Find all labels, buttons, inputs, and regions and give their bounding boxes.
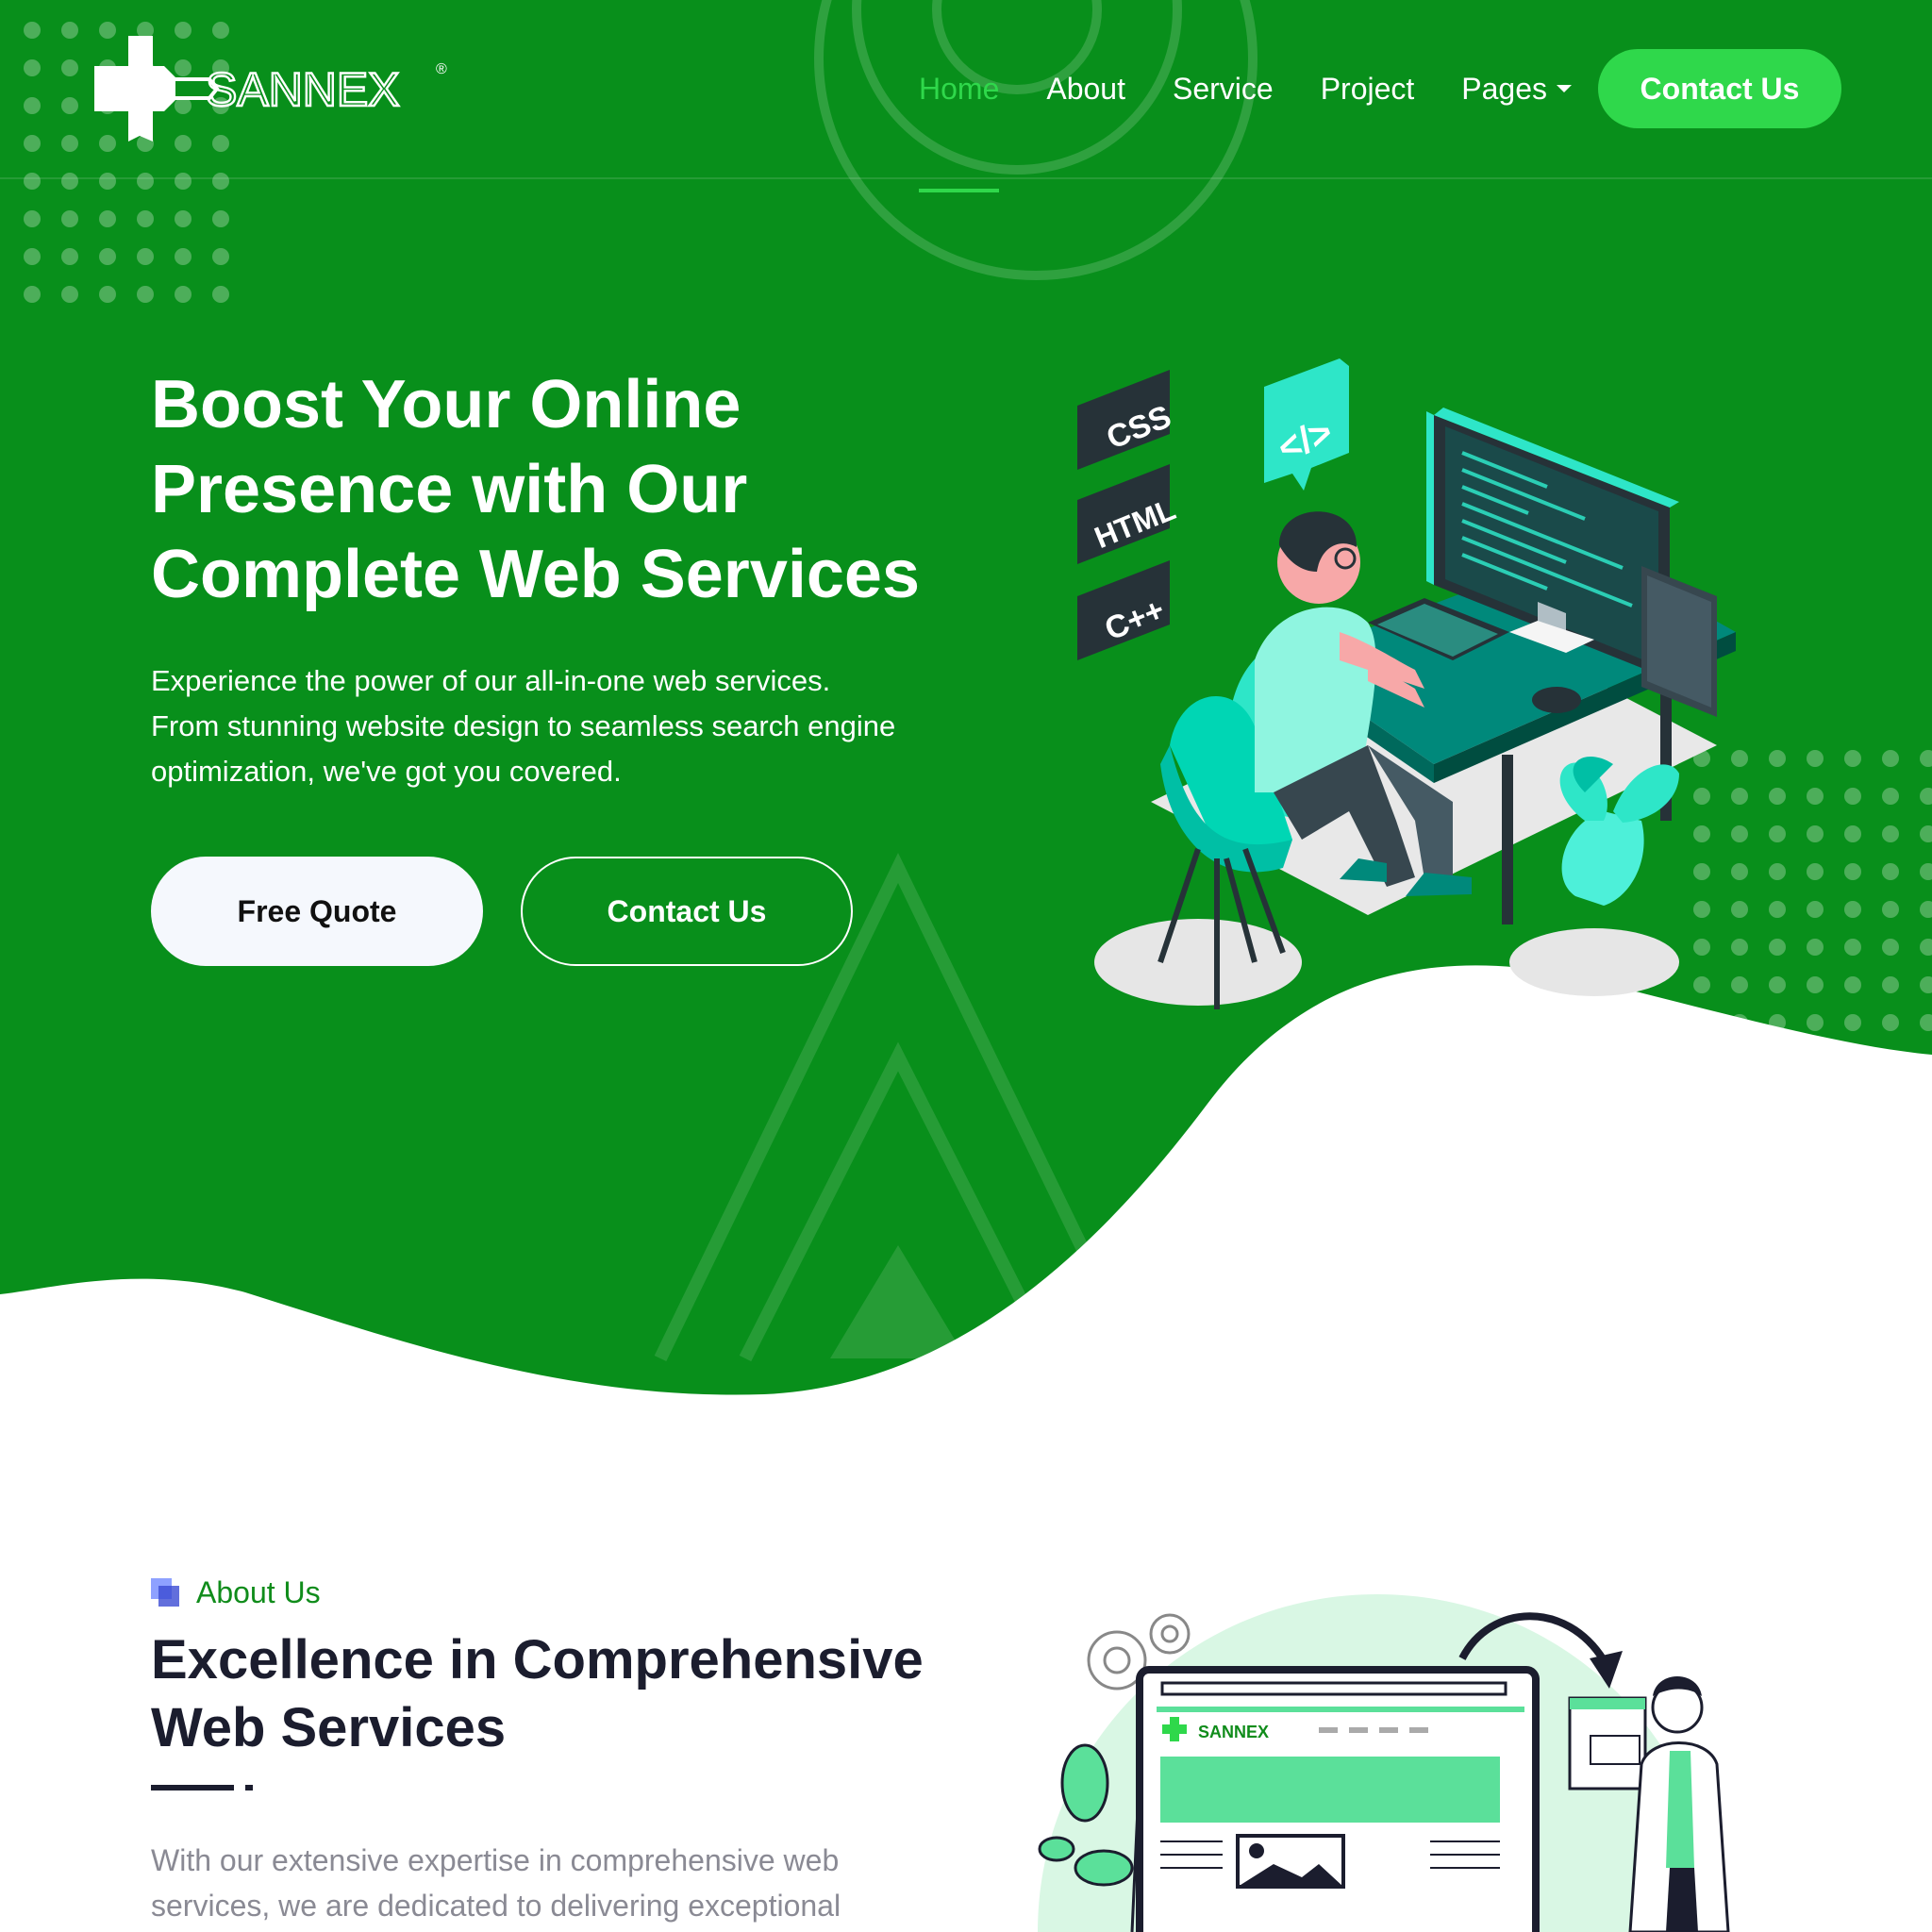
squares-icon bbox=[151, 1578, 179, 1607]
nav-about[interactable]: About bbox=[1046, 72, 1125, 107]
cpp-badge: C++ bbox=[1077, 560, 1170, 660]
about-title-line-2: Web Services bbox=[151, 1697, 507, 1758]
nav-home-label: Home bbox=[919, 71, 1000, 106]
nav-home[interactable]: Home bbox=[919, 71, 1000, 192]
hero-description-line-2: From stunning website design to seamless… bbox=[151, 709, 896, 742]
hero-title: Boost Your Online Presence with Our Comp… bbox=[151, 362, 962, 617]
hero-description-line-3: optimization, we've got you covered. bbox=[151, 755, 622, 788]
nav-pages-label: Pages bbox=[1461, 71, 1548, 106]
nav-active-underline bbox=[919, 188, 1000, 192]
developer-illustration: CSS HTML C++ </> bbox=[1077, 358, 1736, 1009]
web-design-illustration: SANNEX bbox=[1038, 1594, 1730, 1932]
caret-down-icon bbox=[1557, 85, 1573, 92]
about-title: Excellence in Comprehensive Web Services bbox=[151, 1626, 1000, 1762]
about-description-line-2: services, we are dedicated to delivering… bbox=[151, 1889, 841, 1923]
nav-about-label: About bbox=[1046, 71, 1125, 106]
html-badge: HTML bbox=[1077, 464, 1180, 564]
free-quote-button[interactable]: Free Quote bbox=[151, 857, 483, 966]
hero-title-line-3: Complete Web Services bbox=[151, 537, 920, 612]
nav-service[interactable]: Service bbox=[1173, 72, 1274, 107]
hero-title-line-2: Presence with Our bbox=[151, 452, 748, 527]
svg-text:®: ® bbox=[436, 61, 447, 77]
about-title-line-1: Excellence in Comprehensive bbox=[151, 1629, 924, 1690]
nav-project[interactable]: Project bbox=[1321, 72, 1415, 107]
sannex-logo[interactable]: SANNEX ® bbox=[91, 32, 458, 145]
hero-title-line-1: Boost Your Online bbox=[151, 367, 741, 442]
nav-contact-button[interactable]: Contact Us bbox=[1598, 49, 1841, 128]
about-eyebrow-label: About Us bbox=[196, 1574, 321, 1609]
hero-description: Experience the power of our all-in-one w… bbox=[151, 658, 943, 794]
about-description: With our extensive expertise in comprehe… bbox=[151, 1838, 906, 1928]
about-description-line-1: With our extensive expertise in comprehe… bbox=[151, 1843, 840, 1877]
illustration-brand-label: SANNEX bbox=[1198, 1723, 1269, 1741]
svg-text:SANNEX: SANNEX bbox=[206, 63, 400, 116]
about-eyebrow: About Us bbox=[151, 1572, 321, 1613]
nav-service-label: Service bbox=[1172, 71, 1274, 106]
hero-contact-button[interactable]: Contact Us bbox=[521, 857, 853, 966]
hero-description-line-1: Experience the power of our all-in-one w… bbox=[151, 664, 831, 697]
nav-project-label: Project bbox=[1320, 71, 1415, 106]
css-badge: CSS bbox=[1077, 370, 1176, 470]
navbar: SANNEX ® Home About Service Project Page… bbox=[0, 0, 1932, 192]
nav-menu: Home About Service Project Pages bbox=[919, 57, 1619, 192]
nav-pages-dropdown[interactable]: Pages bbox=[1461, 71, 1573, 107]
code-bubble-icon: </> bbox=[1264, 358, 1349, 491]
